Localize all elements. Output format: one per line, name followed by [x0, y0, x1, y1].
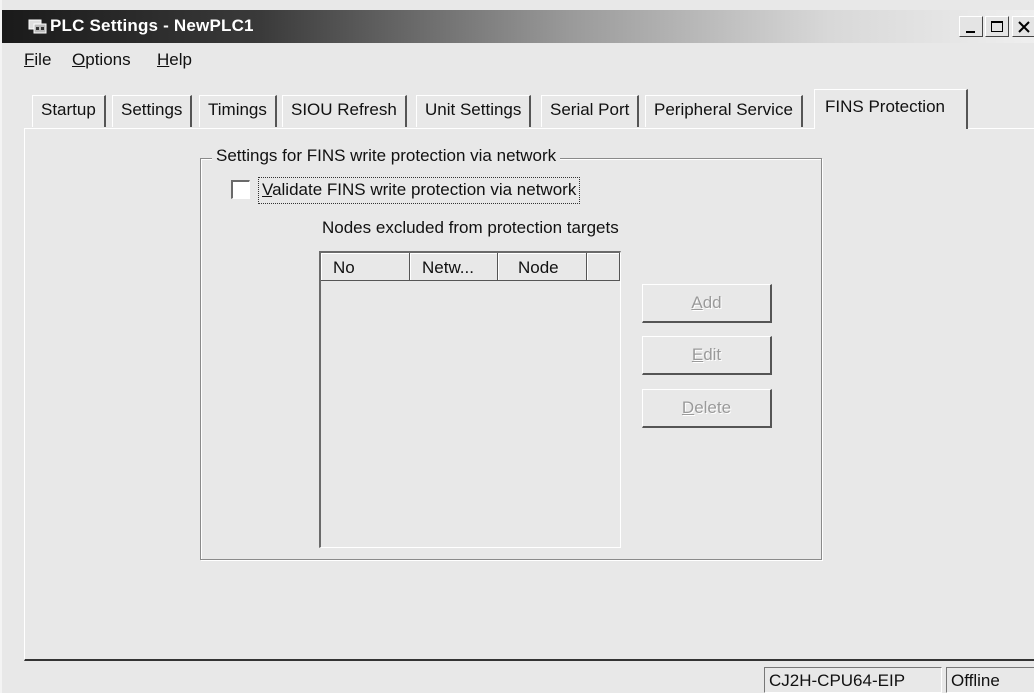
menu-options[interactable]: Options — [72, 50, 131, 70]
status-connection: Offline — [946, 667, 1034, 693]
column-header-filler — [587, 253, 620, 281]
column-header-node[interactable]: Node — [498, 253, 587, 281]
validate-fins-protection-checkbox[interactable] — [231, 180, 250, 199]
tab-unit-settings[interactable]: Unit Settings — [416, 95, 532, 127]
status-plc-model: CJ2H-CPU64-EIP — [764, 667, 942, 693]
minimize-button[interactable] — [959, 16, 983, 37]
title-bar[interactable]: PLC Settings - NewPLC1 — [2, 10, 1034, 43]
column-header-network[interactable]: Netw... — [410, 253, 498, 281]
menu-help[interactable]: Help — [157, 50, 192, 70]
excluded-nodes-caption: Nodes excluded from protection targets — [322, 218, 619, 237]
status-bar: CJ2H-CPU64-EIP Offline — [2, 664, 1034, 693]
menu-bar: File Options Help — [2, 47, 1034, 73]
maximize-icon — [991, 21, 1003, 32]
window-title: PLC Settings - NewPLC1 — [50, 16, 254, 35]
edit-button[interactable]: Edit — [642, 336, 772, 375]
group-legend: Settings for FINS write protection via n… — [212, 146, 561, 166]
validate-fins-protection-label[interactable]: Validate FINS write protection via netwo… — [258, 177, 581, 204]
minimize-icon — [966, 31, 975, 33]
menu-file[interactable]: File — [24, 50, 51, 70]
tab-peripheral-service[interactable]: Peripheral Service — [645, 95, 803, 127]
delete-button[interactable]: Delete — [642, 389, 772, 428]
close-icon — [1018, 21, 1030, 33]
maximize-button[interactable] — [985, 16, 1009, 37]
column-header-no[interactable]: No — [321, 253, 410, 281]
excluded-nodes-list[interactable]: No Netw... Node — [319, 251, 621, 548]
tab-startup[interactable]: Startup — [32, 95, 106, 127]
plc-settings-window: PLC Settings - NewPLC1 File Options Help… — [0, 0, 1034, 693]
tab-settings[interactable]: Settings — [112, 95, 193, 127]
tab-serial-port[interactable]: Serial Port — [541, 95, 640, 127]
tab-siou-refresh[interactable]: SIOU Refresh — [282, 95, 407, 127]
close-button[interactable] — [1012, 16, 1034, 37]
add-button[interactable]: Add — [642, 284, 772, 323]
tab-timings[interactable]: Timings — [199, 95, 277, 127]
plc-settings-app-icon — [28, 18, 48, 34]
tab-fins-protection[interactable]: FINS Protection — [814, 89, 968, 129]
